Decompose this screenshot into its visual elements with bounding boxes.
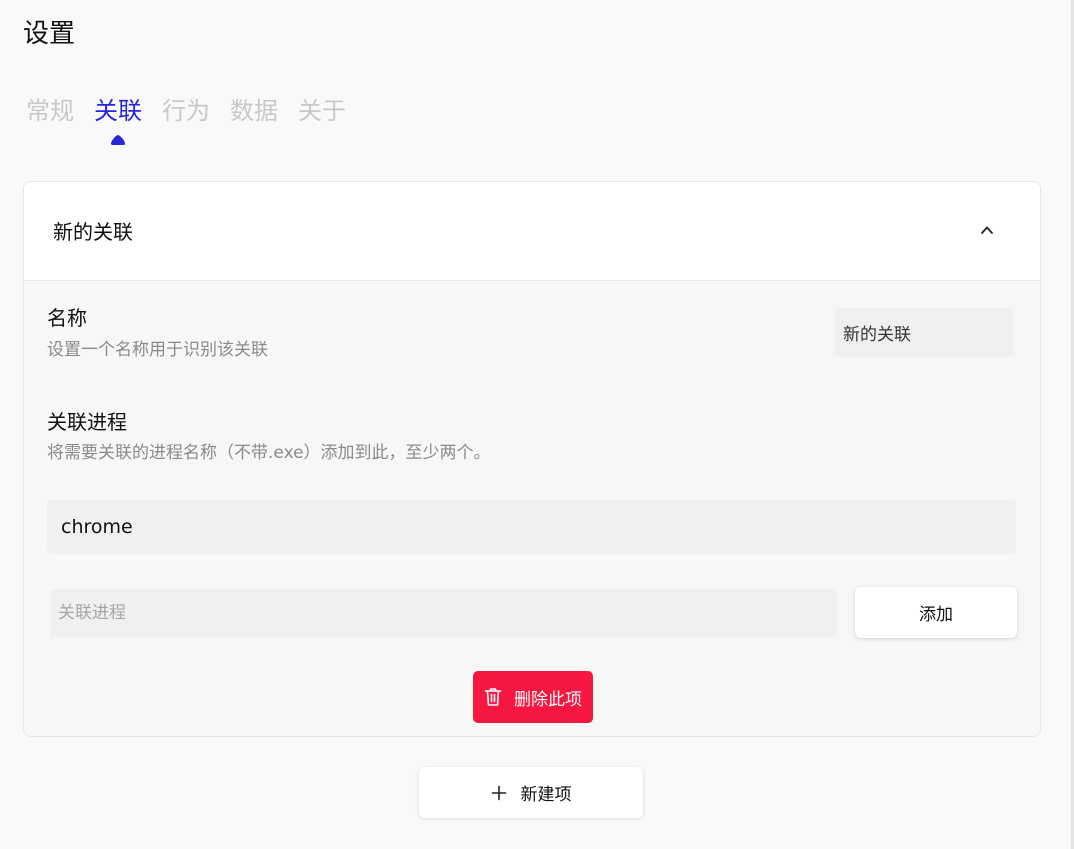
name-input[interactable]	[834, 308, 1014, 357]
tab-data[interactable]: 数据	[230, 94, 278, 128]
tab-association[interactable]: 关联	[94, 94, 142, 145]
name-field-label: 名称	[47, 306, 87, 330]
tab-label: 常规	[26, 97, 74, 125]
process-field-description: 将需要关联的进程名称（不带.exe）添加到此，至少两个。	[47, 443, 491, 463]
new-item-label: 新建项	[520, 785, 572, 805]
association-title: 新的关联	[53, 220, 133, 244]
process-field-label: 关联进程	[47, 410, 127, 434]
chevron-up-icon[interactable]	[979, 222, 995, 238]
tab-label: 关于	[298, 97, 346, 125]
new-item-button[interactable]: 新建项	[419, 767, 643, 818]
delete-association-button[interactable]: 删除此项	[473, 671, 593, 723]
tab-label: 行为	[162, 97, 210, 125]
settings-tabs: 常规 关联 行为 数据 关于	[26, 94, 346, 145]
process-item-name: chrome	[61, 516, 133, 538]
page-title: 设置	[23, 19, 76, 49]
tab-behavior[interactable]: 行为	[162, 94, 210, 128]
name-field-description: 设置一个名称用于识别该关联	[47, 340, 268, 360]
association-card-header[interactable]: 新的关联	[24, 182, 1040, 281]
plus-icon	[491, 785, 506, 800]
delete-button-label: 删除此项	[514, 689, 582, 710]
association-card: 新的关联 名称 设置一个名称用于识别该关联 关联进程 将需要关联的进程名称（不带…	[23, 181, 1041, 737]
active-tab-indicator-icon	[111, 135, 125, 145]
trash-icon	[484, 688, 502, 706]
process-list-item[interactable]: chrome	[47, 500, 1016, 554]
tab-about[interactable]: 关于	[298, 94, 346, 128]
tab-label: 关联	[94, 97, 142, 125]
tab-general[interactable]: 常规	[26, 94, 74, 128]
tab-label: 数据	[230, 97, 278, 125]
add-process-button[interactable]: 添加	[855, 587, 1017, 638]
process-input[interactable]	[50, 589, 837, 637]
